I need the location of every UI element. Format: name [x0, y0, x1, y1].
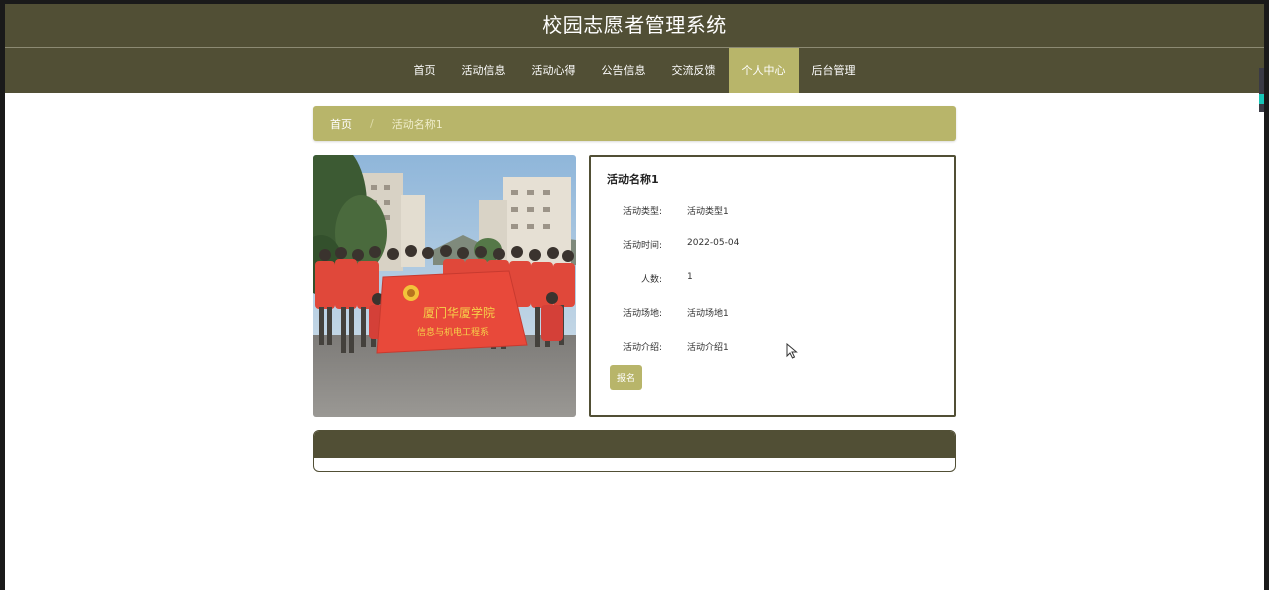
field-label: 人数: — [640, 275, 662, 285]
field-value: 1 — [687, 272, 693, 282]
nav-item-feedback[interactable]: 交流反馈 — [659, 48, 729, 93]
field-value: 活动类型1 — [687, 207, 729, 217]
field-label: 活动时间: — [622, 241, 662, 251]
mouse-pointer-icon — [786, 343, 798, 359]
comments-panel-header — [314, 431, 955, 458]
breadcrumb: 首页 / 活动名称1 — [313, 106, 956, 141]
field-label: 活动类型: — [622, 207, 662, 217]
breadcrumb-current: 活动名称1 — [391, 117, 443, 131]
activity-detail-panel: 活动名称1 活动类型: 活动类型1 活动时间: 2022-05-04 人数: 1… — [589, 155, 956, 417]
nav-item-announcements[interactable]: 公告信息 — [589, 48, 659, 93]
scrollbar-strip[interactable] — [1259, 68, 1264, 112]
activity-title: 活动名称1 — [607, 173, 659, 186]
banner-text-school: 厦门华厦学院 — [423, 305, 495, 320]
breadcrumb-separator: / — [370, 117, 374, 130]
nav-item-personal-center[interactable]: 个人中心 — [728, 48, 799, 93]
activity-photo: 厦门华厦学院 信息与机电工程系 — [313, 155, 576, 417]
breadcrumb-home-link[interactable]: 首页 — [330, 116, 352, 132]
scrollbar-thumb[interactable] — [1259, 94, 1264, 104]
field-value: 活动场地1 — [687, 309, 729, 319]
nav-item-activity-notes[interactable]: 活动心得 — [519, 48, 589, 93]
nav-item-activity-info[interactable]: 活动信息 — [449, 48, 519, 93]
nav-item-home[interactable]: 首页 — [401, 48, 449, 93]
nav-item-admin[interactable]: 后台管理 — [799, 48, 869, 93]
field-value: 2022-05-04 — [687, 238, 740, 248]
page: 校园志愿者管理系统 首页 活动信息 活动心得 公告信息 交流反馈 个人中心 后台… — [5, 4, 1264, 590]
comments-panel — [313, 430, 956, 472]
site-title: 校园志愿者管理系统 — [542, 13, 727, 37]
site-header: 校园志愿者管理系统 — [5, 4, 1264, 47]
banner-text-dept: 信息与机电工程系 — [417, 326, 489, 338]
field-label: 活动场地: — [622, 309, 662, 319]
field-value: 活动介绍1 — [687, 343, 729, 353]
main-nav: 首页 活动信息 活动心得 公告信息 交流反馈 个人中心 后台管理 — [5, 47, 1264, 93]
sunflower-icon — [403, 285, 419, 301]
signup-button[interactable]: 报名 — [610, 365, 642, 390]
field-label: 活动介绍: — [622, 343, 662, 353]
